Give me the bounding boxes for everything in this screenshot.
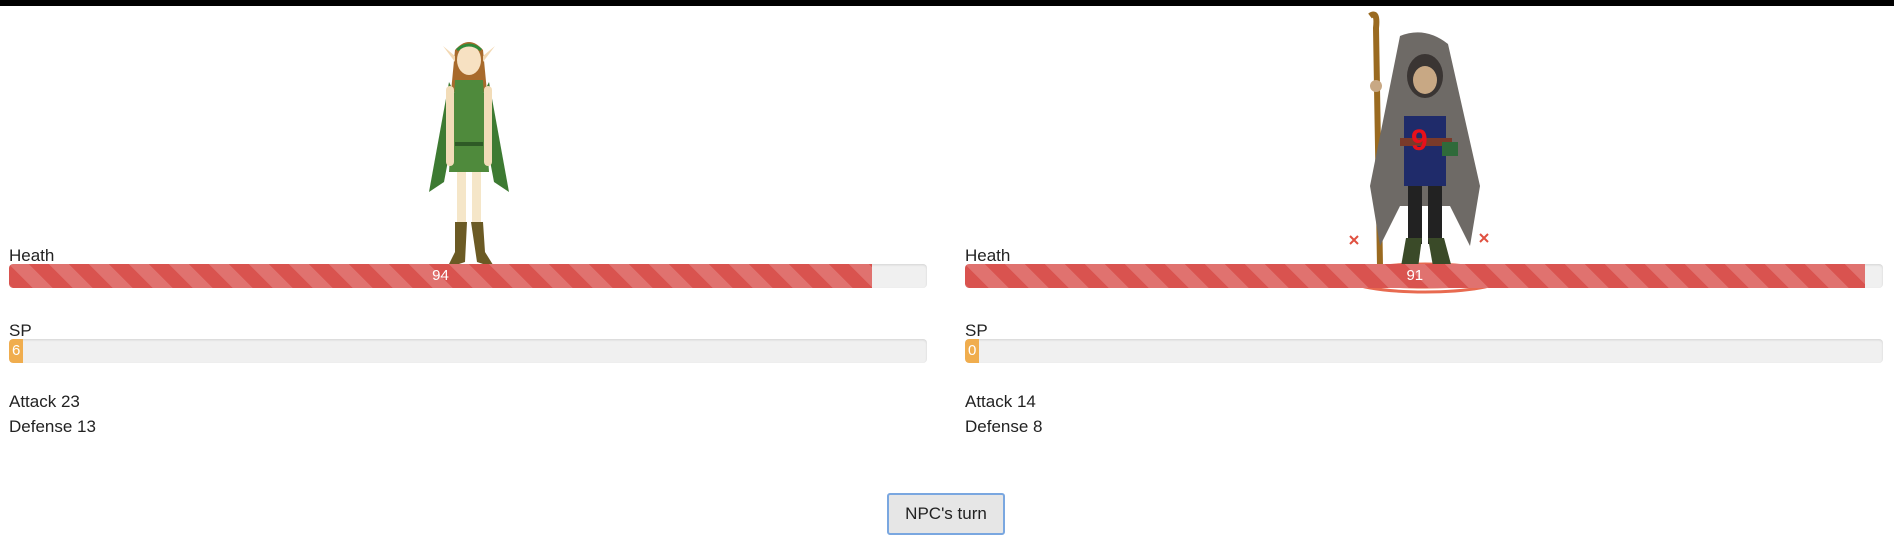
player-health-label: Heath [9,246,55,265]
player-sp-label: SP [9,321,32,340]
player-panel: Heath 94 SP 6 Attack 23 Defense 13 [9,6,937,486]
damage-popup: 9 [1411,124,1428,157]
npc-health-bar: 91 [965,264,1883,288]
player-sp-bar: 6 [9,339,927,363]
npc-defense-stat: Defense 8 [965,417,1043,436]
elf-ranger-icon [429,42,509,268]
player-sp-fill: 6 [9,339,23,363]
npc-health-value: 91 [1406,267,1424,284]
npc-turn-button[interactable]: NPC's turn [887,493,1005,535]
npc-attack-stat: Attack 14 [965,392,1036,411]
npc-sp-fill: 0 [965,339,979,363]
npc-sp-value: 0 [968,342,977,359]
player-health-fill: 94 [9,264,872,288]
npc-sp-label: SP [965,321,988,340]
player-health-bar: 94 [9,264,927,288]
npc-sp-bar: 0 [965,339,1883,363]
npc-panel: 9 Heath 91 SP 0 Attack 14 Defense 8 [965,6,1893,486]
npc-health-fill: 91 [965,264,1865,288]
player-attack-stat: Attack 23 [9,392,80,411]
player-sp-value: 6 [12,342,21,359]
player-defense-stat: Defense 13 [9,417,96,436]
npc-health-label: Heath [965,246,1011,265]
player-health-value: 94 [432,267,449,284]
